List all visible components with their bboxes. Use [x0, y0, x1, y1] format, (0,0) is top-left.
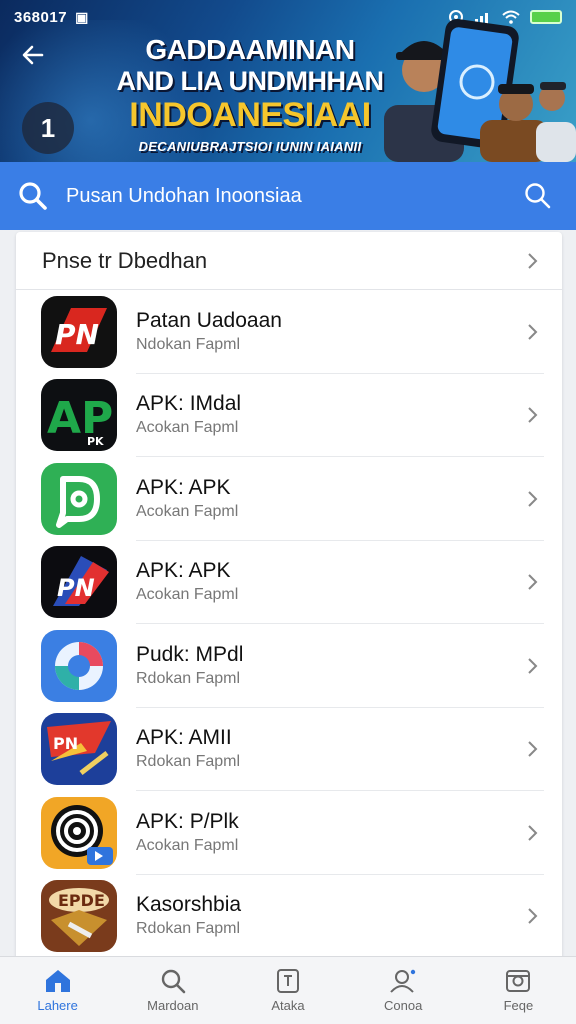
back-button[interactable]: [16, 38, 50, 72]
back-arrow-icon: [22, 45, 44, 65]
document-icon: [277, 969, 299, 993]
banner-subtitle: DECANIUBRAJTSIOI IUNIN IAIANII: [138, 139, 362, 154]
svg-text:PN: PN: [53, 734, 78, 753]
chevron-right-icon: [528, 252, 538, 269]
gallery-icon: [506, 970, 531, 992]
search-input[interactable]: Pusan Undohan Inoonsiaa: [66, 185, 518, 208]
chevron-right-icon: [528, 491, 538, 507]
app-list-card: Pnse tr Dbedhan PN Patan Uadoaan Ndokan …: [16, 232, 562, 962]
app-name: APK: APK: [136, 475, 231, 499]
flag-sword-icon: PN: [41, 713, 117, 786]
home-icon: [45, 970, 70, 992]
banner-title-line2: AND LIA UNDMHHAN: [116, 66, 384, 96]
app-name: Pudk: MPdl: [136, 642, 244, 666]
nav-label: Ataka: [271, 998, 305, 1013]
status-time: 368017: [14, 8, 68, 26]
nav-profile[interactable]: Conoa: [346, 957, 461, 1024]
count-badge: 1: [22, 102, 74, 154]
ap-logo-icon: AP PK: [41, 379, 117, 452]
nav-document[interactable]: Ataka: [230, 957, 345, 1024]
app-list-item[interactable]: Pudk: MPdl Rdokan Fapml: [16, 624, 562, 708]
app-list-item[interactable]: APK: P/Plk Acokan Fapml: [16, 791, 562, 875]
circle-swirl-icon: [41, 629, 117, 702]
app-list-item[interactable]: AP PK APK: IMdal Acokan Fapml: [16, 374, 562, 458]
banner-title-line3: INDOANESIAAI: [129, 96, 371, 134]
chevron-right-icon: [528, 324, 538, 340]
search-icon: [525, 183, 551, 209]
app-list-item[interactable]: PN APK: APK Acokan Fapml: [16, 541, 562, 625]
chevron-right-icon: [528, 825, 538, 841]
app-subtitle: Ndokan Fapml: [136, 335, 241, 353]
app-name: APK: P/Plk: [136, 809, 239, 833]
banner-title: GADDAAMINAN AND LIA UNDMHHAN INDOANESIAA…: [100, 34, 400, 156]
sim-icon: ▣: [75, 8, 89, 25]
search-icon: [19, 182, 47, 210]
app-subtitle: Rdokan Fapml: [136, 753, 241, 771]
chevron-right-icon: [528, 741, 538, 757]
promo-banner[interactable]: 368017 ▣ 1 GADDAAMINAN AND LIA UNDMHHAN …: [0, 0, 576, 162]
svg-text:PK: PK: [87, 435, 104, 448]
nav-label: Conoa: [384, 998, 423, 1013]
app-list-item[interactable]: PN APK: AMII Rdokan Fapml: [16, 708, 562, 792]
bottom-navigation: Lahere Mardoan Ataka Conoa Feqe: [0, 956, 576, 1024]
nav-label: Lahere: [37, 998, 78, 1013]
app-subtitle: Acokan Fapml: [136, 586, 239, 604]
app-subtitle: Acokan Fapml: [136, 836, 239, 854]
app-list-item[interactable]: EPDE Kasorshbia Rdokan Fapml: [16, 875, 562, 959]
app-name: Patan Uadoaan: [136, 308, 282, 332]
chevron-right-icon: [528, 658, 538, 674]
search-button[interactable]: [518, 176, 558, 216]
banner-title-line1: GADDAAMINAN: [145, 34, 355, 65]
pn-flag-icon: PN: [41, 546, 117, 619]
chevron-right-icon: [528, 574, 538, 590]
app-name: APK: AMII: [136, 726, 232, 750]
svg-text:EPDE: EPDE: [58, 891, 105, 910]
promo-people-image: [384, 19, 576, 162]
game-box-icon: EPDE: [41, 880, 117, 953]
nav-home[interactable]: Lahere: [0, 957, 115, 1024]
section-header[interactable]: Pnse tr Dbedhan: [16, 232, 562, 290]
search-icon: [161, 969, 186, 994]
app-subtitle: Rdokan Fapml: [136, 920, 241, 938]
app-name: APK: APK: [136, 559, 231, 583]
pn-logo-icon: PN: [41, 295, 117, 368]
app-list-item[interactable]: PN Patan Uadoaan Ndokan Fapml: [16, 290, 562, 374]
chevron-right-icon: [528, 908, 538, 924]
section-title: Pnse tr Dbedhan: [42, 247, 208, 273]
spiral-icon: [41, 796, 117, 869]
app-subtitle: Acokan Fapml: [136, 419, 239, 437]
svg-text:PN: PN: [57, 574, 95, 602]
search-bar[interactable]: Pusan Undohan Inoonsiaa: [0, 162, 576, 230]
app-subtitle: Rdokan Fapml: [136, 669, 241, 687]
profile-icon: [390, 969, 416, 993]
nav-label: Feqe: [503, 998, 534, 1013]
svg-text:PN: PN: [55, 318, 99, 351]
app-list-item[interactable]: APK: APK Acokan Fapml: [16, 457, 562, 541]
app-subtitle: Acokan Fapml: [136, 502, 239, 520]
chevron-right-icon: [528, 407, 538, 423]
app-name: Kasorshbia: [136, 893, 242, 917]
nav-gallery[interactable]: Feqe: [461, 957, 576, 1024]
app-name: APK: IMdal: [136, 392, 242, 416]
nav-search[interactable]: Mardoan: [115, 957, 230, 1024]
nav-label: Mardoan: [147, 998, 199, 1013]
green-d-icon: [41, 462, 117, 535]
